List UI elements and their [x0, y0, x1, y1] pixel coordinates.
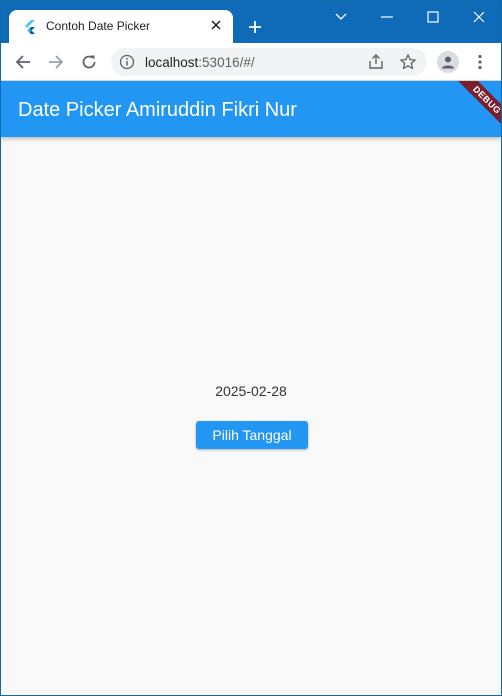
address-bar[interactable]: localhost:53016/#/ — [111, 48, 427, 76]
page-body: 2025-02-28 Pilih Tanggal — [1, 137, 501, 695]
tab-title: Contoh Date Picker — [46, 19, 151, 33]
pick-date-button[interactable]: Pilih Tanggal — [196, 421, 308, 449]
kebab-menu-icon[interactable] — [468, 50, 492, 74]
person-icon[interactable] — [437, 51, 459, 73]
chevron-down-icon[interactable] — [329, 7, 353, 27]
selected-date-text: 2025-02-28 — [215, 383, 287, 399]
star-icon[interactable] — [399, 53, 417, 71]
minimize-icon[interactable] — [375, 7, 399, 27]
maximize-icon[interactable] — [421, 7, 445, 27]
url-path: :53016/#/ — [198, 55, 255, 70]
browser-toolbar: localhost:53016/#/ — [1, 43, 501, 81]
app-bar: Date Picker Amiruddin Fikri Nur DEBUG — [1, 81, 501, 137]
plus-icon[interactable] — [245, 17, 265, 37]
debug-banner: DEBUG — [446, 81, 501, 137]
url-text: localhost:53016/#/ — [145, 55, 255, 70]
browser-tab[interactable]: Contoh Date Picker — [9, 10, 233, 43]
info-icon[interactable] — [119, 54, 135, 70]
window-close-icon[interactable] — [467, 7, 491, 27]
browser-window: Contoh Date Picker localhost:53016/#/ Da… — [0, 0, 502, 696]
url-host: localhost — [145, 55, 199, 70]
close-icon[interactable] — [208, 17, 224, 33]
arrow-right-icon[interactable] — [44, 50, 68, 74]
reload-icon[interactable] — [77, 50, 101, 74]
share-icon[interactable] — [367, 53, 385, 71]
title-bar: Contoh Date Picker — [1, 1, 501, 43]
arrow-left-icon[interactable] — [11, 50, 35, 74]
app-title: Date Picker Amiruddin Fikri Nur — [18, 99, 297, 121]
flutter-icon — [23, 19, 37, 35]
